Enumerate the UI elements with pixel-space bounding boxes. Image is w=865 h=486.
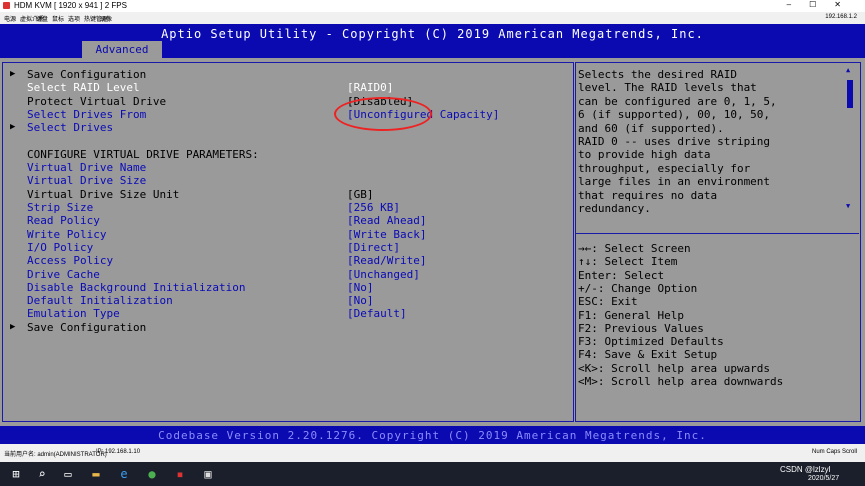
key-hint: F1: General Help xyxy=(578,308,684,322)
help-line: throughput, especially for xyxy=(578,161,751,175)
help-line: level. The RAID levels that xyxy=(578,81,757,95)
kvm-menu-item[interactable]: 鼠标 xyxy=(52,14,64,23)
taskbar: ⊞ ⌕ ▭ ▬ e ● ▪ ▣ CSDN @lzlzyl 2020/5/27 xyxy=(0,462,865,486)
setting-value[interactable]: [Unchanged] xyxy=(347,268,420,281)
window-title: HDM KVM [ 1920 x 941 ] 2 FPS xyxy=(14,1,127,10)
key-hint: ESC: Exit xyxy=(578,295,638,309)
help-line: RAID 0 -- uses drive striping xyxy=(578,135,771,148)
kvm-menu-bar: 192.168.1.2 电源 虚拟介质 键盘 鼠标 选项 热键管理 录像 xyxy=(0,12,865,24)
tray-date: 2020/5/27 xyxy=(808,475,840,482)
setting-label[interactable]: Select Drives xyxy=(27,121,113,134)
setting-label[interactable]: I/O Policy xyxy=(27,241,93,254)
kvm-menu-item[interactable]: 录像 xyxy=(100,14,112,23)
footer-copyright: Codebase Version 2.20.1276. Copyright (C… xyxy=(158,429,707,442)
key-hint: Enter: Select xyxy=(578,268,665,282)
submenu-arrow-icon: ▶ xyxy=(10,69,16,79)
setting-label[interactable]: Access Policy xyxy=(27,254,113,267)
key-hint: <M>: Scroll help area downwards xyxy=(578,375,784,388)
help-line: redundancy. xyxy=(578,202,651,215)
help-line: and 60 (if supported). xyxy=(578,121,724,135)
status-user: 当前用户名: admin(ADMINISTRATOR) xyxy=(4,452,107,458)
setting-label[interactable]: Save Configuration xyxy=(27,68,146,81)
bios-screen[interactable]: Aptio Setup Utility - Copyright (C) 2019… xyxy=(0,24,865,444)
key-hint: →←: Select Screen xyxy=(578,242,691,255)
setting-value[interactable]: [RAID0] xyxy=(347,81,393,94)
key-hint: <K>: Scroll help area upwards xyxy=(578,361,771,375)
browser-icon[interactable]: ● xyxy=(144,466,160,482)
kvm-title-bar: HDM KVM [ 1920 x 941 ] 2 FPS –☐✕ xyxy=(0,0,865,12)
bios-footer: Codebase Version 2.20.1276. Copyright (C… xyxy=(0,426,865,444)
setting-value[interactable]: [GB] xyxy=(347,188,374,201)
submenu-arrow-icon: ▶ xyxy=(10,122,16,133)
setting-value[interactable]: [Default] xyxy=(347,307,407,320)
setting-value[interactable]: [256 KB] xyxy=(347,201,400,214)
kvm-menu-item[interactable]: 选项 xyxy=(68,14,80,23)
status-ip: IP: 192.168.1.10 xyxy=(96,449,141,455)
setting-label: Virtual Drive Size Unit xyxy=(27,187,180,201)
key-hint: F4: Save & Exit Setup xyxy=(578,348,718,362)
kvm-menu-item[interactable]: 键盘 xyxy=(36,14,48,23)
scroll-up-icon[interactable]: ▲ xyxy=(846,66,850,74)
setting-label[interactable]: Write Policy xyxy=(27,228,106,241)
setting-label[interactable]: Virtual Drive Size xyxy=(27,174,146,187)
key-hint: F3: Optimized Defaults xyxy=(578,335,724,349)
setting-label[interactable]: Save Configuration xyxy=(27,321,146,334)
kvm-status-bar: 当前用户名: admin(ADMINISTRATOR) IP: 192.168.… xyxy=(0,444,865,462)
setting-label: CONFIGURE VIRTUAL DRIVE PARAMETERS: xyxy=(27,147,259,161)
bios-header: Aptio Setup Utility - Copyright (C) 2019… xyxy=(0,24,865,58)
setting-value[interactable]: [Write Back] xyxy=(347,228,426,241)
help-line: can be configured are 0, 1, 5, xyxy=(578,94,777,108)
key-hint: +/-: Change Option xyxy=(578,281,698,295)
setting-label[interactable]: Emulation Type xyxy=(27,307,120,320)
edge-icon[interactable]: e xyxy=(116,466,132,482)
kvm-app-icon[interactable]: ▪ xyxy=(172,466,188,482)
help-divider xyxy=(575,233,859,234)
setting-label[interactable]: Strip Size xyxy=(27,201,93,214)
setting-label: Protect Virtual Drive xyxy=(27,94,167,108)
app-icon xyxy=(3,2,10,9)
help-line: that requires no data xyxy=(578,188,718,202)
setting-label[interactable]: Drive Cache xyxy=(27,268,100,281)
help-line: 6 (if supported), 00, 10, 50, xyxy=(578,108,771,122)
help-line: Selects the desired RAID xyxy=(578,68,737,81)
setting-value[interactable]: [Read/Write] xyxy=(347,254,426,267)
setting-value[interactable]: [No] xyxy=(347,281,374,294)
app-window-icon[interactable]: ▣ xyxy=(200,466,216,482)
setting-value[interactable]: [Read Ahead] xyxy=(347,214,426,227)
setting-label[interactable]: Read Policy xyxy=(27,214,100,227)
window-controls[interactable]: –☐✕ xyxy=(787,0,859,9)
kvm-menu-item[interactable]: 电源 xyxy=(4,14,16,23)
status-keys: Num Caps Scroll xyxy=(811,449,857,455)
help-line: large files in an environment xyxy=(578,175,771,189)
help-scrollbar[interactable]: ▲ ▼ xyxy=(845,66,855,214)
setting-label[interactable]: Select Drives From xyxy=(27,108,146,121)
search-icon[interactable]: ⌕ xyxy=(34,466,50,482)
bios-title: Aptio Setup Utility - Copyright (C) 2019… xyxy=(161,27,704,41)
key-hint: ↑↓: Select Item xyxy=(578,255,678,269)
task-view-icon[interactable]: ▭ xyxy=(60,466,76,482)
scroll-down-icon[interactable]: ▼ xyxy=(846,202,850,210)
setting-value[interactable]: [Direct] xyxy=(347,241,400,254)
tab-advanced[interactable]: Advanced xyxy=(82,41,162,58)
submenu-arrow-icon: ▶ xyxy=(10,321,16,332)
kvm-ip-label: 192.168.1.2 xyxy=(825,14,857,20)
setting-label[interactable]: Select RAID Level xyxy=(27,81,140,94)
setting-value[interactable]: [No] xyxy=(347,294,374,307)
setting-label[interactable]: Virtual Drive Name xyxy=(27,161,146,174)
red-highlight-circle xyxy=(334,97,432,131)
csdn-watermark: CSDN @lzlzyl xyxy=(780,465,831,474)
help-line: to provide high data xyxy=(578,148,711,162)
file-explorer-icon[interactable]: ▬ xyxy=(88,466,104,482)
key-hint: F2: Previous Values xyxy=(578,321,704,335)
setting-label[interactable]: Disable Background Initialization xyxy=(27,281,246,294)
windows-start-icon[interactable]: ⊞ xyxy=(8,466,24,482)
scroll-thumb[interactable] xyxy=(847,80,853,108)
setting-label[interactable]: Default Initialization xyxy=(27,294,173,307)
